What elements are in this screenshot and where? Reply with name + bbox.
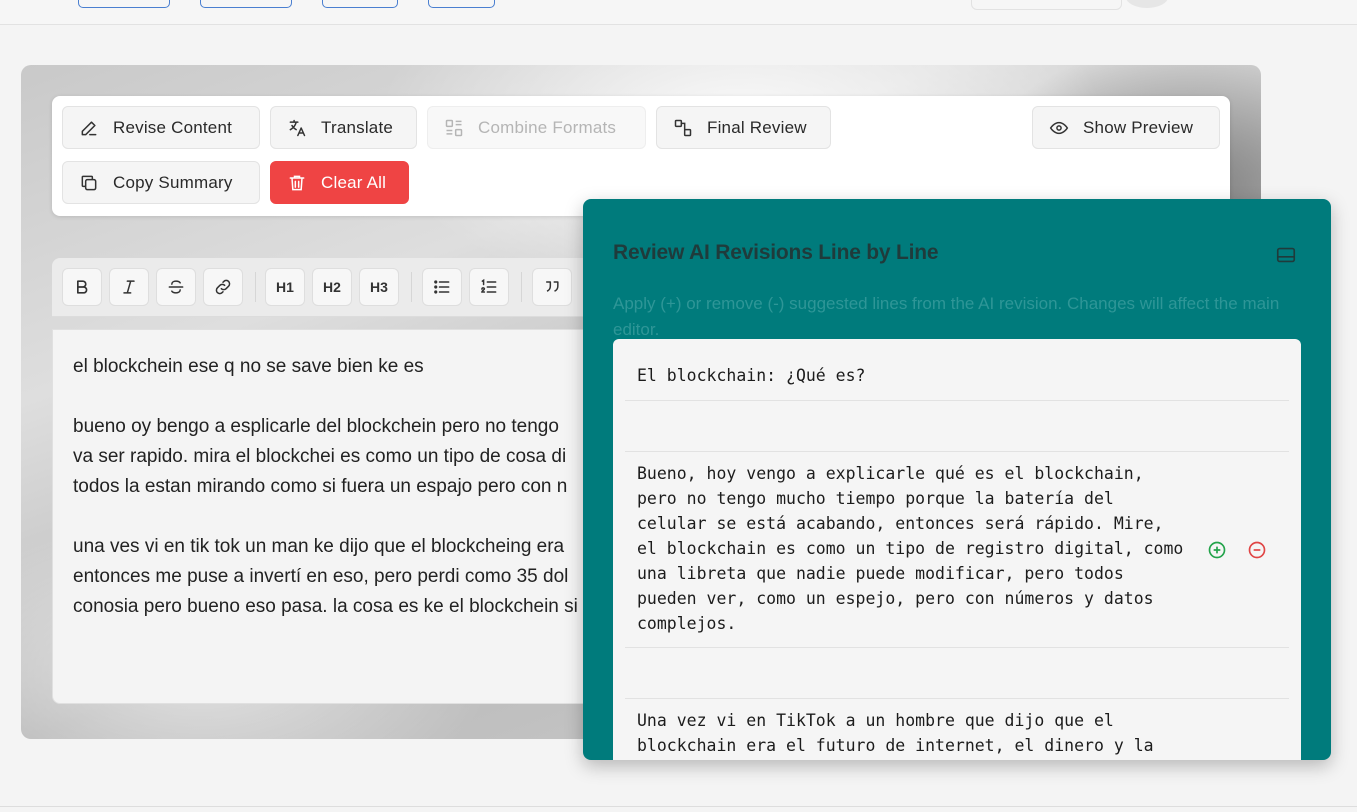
- pencil-icon: [81, 120, 97, 135]
- italic-button[interactable]: [109, 268, 149, 306]
- toolbar-divider: [255, 272, 256, 302]
- clear-all-label: Clear All: [321, 172, 387, 192]
- revision-line: Bueno, hoy vengo a explicarle qué es el …: [625, 452, 1289, 648]
- link-icon: [215, 279, 231, 295]
- strikethrough-icon: [168, 280, 184, 294]
- numbered-list-button[interactable]: [469, 268, 509, 306]
- apply-line-plus-icon[interactable]: [1207, 540, 1227, 560]
- avatar[interactable]: [1126, 0, 1168, 8]
- revision-line-text: Una vez vi en TikTok a un hombre que dij…: [637, 711, 1154, 755]
- italic-icon: [123, 280, 135, 294]
- revision-lines-list: El blockchain: ¿Qué es? Bueno, hoy vengo…: [613, 339, 1301, 760]
- toolbar-divider: [411, 272, 412, 302]
- translate-icon: [289, 119, 306, 136]
- final-review-button[interactable]: Final Review: [656, 106, 831, 149]
- revise-content-label: Revise Content: [113, 117, 233, 137]
- link-button[interactable]: [203, 268, 243, 306]
- remove-line-minus-icon[interactable]: [1247, 540, 1267, 560]
- final-review-icon: [674, 119, 692, 136]
- review-revisions-panel: Review AI Revisions Line by Line Apply (…: [583, 199, 1331, 760]
- top-nav: [0, 0, 1357, 25]
- show-preview-label: Show Preview: [1083, 117, 1194, 137]
- nav-button-3[interactable]: [322, 0, 398, 8]
- bold-icon: [77, 280, 88, 294]
- heading1-button[interactable]: H1: [265, 268, 305, 306]
- revision-line: El blockchain: ¿Qué es?: [625, 349, 1289, 401]
- strikethrough-button[interactable]: [156, 268, 196, 306]
- revision-line: [625, 401, 1289, 452]
- heading2-button[interactable]: H2: [312, 268, 352, 306]
- nav-field[interactable]: [971, 0, 1122, 10]
- action-toolbar: Revise Content Translate Combine Formats…: [52, 96, 1230, 216]
- heading2-label: H2: [323, 279, 341, 295]
- nav-button-4[interactable]: [428, 0, 495, 8]
- editor-line: el blockchein ese q no se save bien ke e…: [73, 356, 424, 377]
- translate-button[interactable]: Translate: [270, 106, 417, 149]
- copy-icon: [81, 175, 97, 190]
- numbered-list-icon: [481, 278, 497, 293]
- editor-line: bueno oy bengo a esplicarle del blockche…: [73, 416, 559, 437]
- review-subtitle: Apply (+) or remove (-) suggested lines …: [613, 294, 1280, 339]
- show-preview-button[interactable]: Show Preview: [1032, 106, 1220, 149]
- nav-button-2[interactable]: [200, 0, 292, 8]
- editor-line: todos la estan mirando como si fuera un …: [73, 476, 568, 497]
- copy-summary-label: Copy Summary: [113, 172, 233, 192]
- revise-content-button[interactable]: Revise Content: [62, 106, 260, 149]
- revision-line: Una vez vi en TikTok a un hombre que dij…: [625, 699, 1289, 760]
- review-title: Review AI Revisions Line by Line: [613, 241, 939, 264]
- eye-icon: [1049, 121, 1069, 134]
- bullet-list-button[interactable]: [422, 268, 462, 306]
- editor-line: va ser rapido. mira el blockchei es como…: [73, 446, 567, 467]
- clear-all-button[interactable]: Clear All: [270, 161, 409, 204]
- revision-line: [625, 648, 1289, 699]
- copy-summary-button[interactable]: Copy Summary: [62, 161, 260, 204]
- combine-icon: [445, 119, 463, 136]
- footer-divider: [0, 806, 1357, 807]
- format-toolbar: H1 H2 H3: [52, 258, 592, 317]
- blockquote-button[interactable]: [532, 268, 572, 306]
- editor-line: entonces me puse a invertí en eso, pero …: [73, 566, 569, 587]
- main-editor[interactable]: el blockchein ese q no se save bien ke e…: [52, 329, 594, 704]
- heading3-label: H3: [370, 279, 388, 295]
- toolbar-divider: [521, 272, 522, 302]
- minimize-icon[interactable]: [1275, 244, 1297, 266]
- translate-label: Translate: [321, 117, 394, 137]
- bold-button[interactable]: [62, 268, 102, 306]
- editor-line: conosia pero bueno eso pasa. la cosa es …: [73, 596, 578, 617]
- editor-line: una ves vi en tik tok un man ke dijo que…: [73, 536, 565, 557]
- final-review-label: Final Review: [707, 117, 807, 137]
- nav-button-1[interactable]: [78, 0, 170, 8]
- heading3-button[interactable]: H3: [359, 268, 399, 306]
- combine-formats-button[interactable]: Combine Formats: [427, 106, 646, 149]
- quote-icon: [546, 281, 559, 292]
- trash-icon: [289, 175, 305, 190]
- combine-formats-label: Combine Formats: [478, 117, 617, 137]
- revision-line-text: Bueno, hoy vengo a explicarle qué es el …: [637, 464, 1184, 633]
- revision-line-text: El blockchain: ¿Qué es?: [637, 366, 866, 385]
- heading1-label: H1: [276, 279, 294, 295]
- bullet-list-icon: [434, 280, 450, 294]
